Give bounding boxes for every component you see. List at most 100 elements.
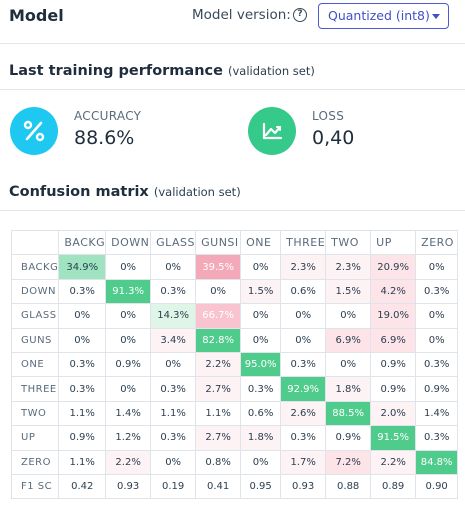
model-version-label: Model version: [192,7,291,23]
matrix-cell: 1.1% [58,400,107,427]
accuracy-label: ACCURACY [74,109,142,123]
loss-label: LOSS [312,109,345,123]
row-header: UP [10,425,60,451]
matrix-cell: 0.3% [150,278,197,305]
confusion-matrix: BACKG DOWN GLASS GUNSI ONE THREE TWO UP … [10,229,459,500]
matrix-cell: 20.9% [370,254,417,280]
matrix-cell-correct: 91.5% [370,425,417,451]
page-title: Model [9,6,64,25]
matrix-cell: 0.3% [280,425,327,451]
f1-score-cell: 0.88 [325,473,372,500]
matrix-cell: 0% [240,254,282,280]
f1-score-cell: 0.41 [195,473,242,500]
matrix-cell-correct: 88.5% [325,400,372,427]
column-header: ONE [240,229,282,256]
chevron-down-icon [432,14,440,19]
matrix-cell: 0.8% [195,449,242,475]
confusion-title-text: Confusion matrix [9,184,149,200]
matrix-cell: 1.4% [415,400,459,427]
row-header: F1 SC [10,473,60,500]
matrix-cell: 0.3% [150,425,197,451]
matrix-cell: 2.2% [105,449,152,475]
matrix-row: THREE 0.3% 0% 0.3% 2.7% 0.3% 92.9% 1.8% 0.9% 0.9% [10,376,459,402]
matrix-cell: 2.7% [195,425,242,451]
matrix-cell: 0% [105,303,152,329]
performance-title: Last training performance (validation se… [9,63,315,79]
f1-score-cell: 0.90 [415,473,459,500]
matrix-cell: 0.3% [58,278,107,305]
accuracy-value: 88.6% [74,127,135,149]
trend-chart-icon [248,107,296,155]
f1-score-row: F1 SC 0.42 0.93 0.19 0.41 0.95 0.93 0.88 0.89 0.9… [10,473,459,500]
row-header: TWO [10,400,60,427]
matrix-cell: 0% [150,254,197,280]
matrix-cell: 0% [325,303,372,329]
matrix-cell: 0% [150,351,197,378]
matrix-cell: 2.7% [195,376,242,402]
matrix-cell: 1.2% [105,425,152,451]
row-header: DOWN [10,278,60,305]
matrix-row: DOWN 0.3% 91.3% 0.3% 0% 1.5% 0.6% 1.5% 4.2% 0.3% [10,278,459,305]
matrix-cell: 2.3% [325,254,372,280]
matrix-cell: 0% [58,303,107,329]
model-version-select[interactable]: Quantized (int8) [318,3,449,29]
matrix-cell: 0% [240,327,282,353]
matrix-cell-correct: 82.8% [195,327,242,353]
matrix-cell-correct: 92.9% [280,376,327,402]
column-header: UP [370,229,417,256]
matrix-cell: 0.9% [370,376,417,402]
row-header: GUNS [10,327,60,353]
matrix-cell: 0.3% [58,376,107,402]
matrix-cell: 0.3% [415,351,459,378]
performance-subtitle: (validation set) [228,64,315,78]
f1-score-cell: 0.95 [240,473,282,500]
matrix-cell: 0.6% [280,278,327,305]
matrix-cell: 0% [58,327,107,353]
matrix-cell-correct: 14.3% [150,303,197,329]
confusion-title: Confusion matrix (validation set) [9,184,241,200]
model-version-value: Quantized (int8) [328,8,430,23]
matrix-cell: 2.2% [195,351,242,378]
matrix-cell: 0.3% [240,376,282,402]
column-header: BACKG [58,229,107,256]
matrix-cell: 0.9% [105,351,152,378]
matrix-cell: 0% [240,303,282,329]
f1-score-cell: 0.93 [105,473,152,500]
confusion-subtitle: (validation set) [153,185,241,199]
matrix-cell: 0.3% [280,351,327,378]
matrix-cell: 0% [415,254,459,280]
matrix-cell: 0% [105,254,152,280]
matrix-cell-correct: 95.0% [240,351,282,378]
matrix-cell: 0% [415,327,459,353]
matrix-row: ZERO 1.1% 2.2% 0% 0.8% 0% 1.7% 7.2% 2.2% 84.8% [10,449,459,475]
matrix-cell: 1.1% [195,400,242,427]
divider [0,89,465,90]
matrix-cell: 39.5% [195,254,242,280]
matrix-row: BACKG 34.9% 0% 0% 39.5% 0% 2.3% 2.3% 20.9% 0% [10,254,459,280]
matrix-cell: 2.0% [370,400,417,427]
matrix-cell: 2.6% [280,400,327,427]
f1-score-cell: 0.19 [150,473,197,500]
row-header: GLASS [10,303,60,329]
matrix-cell: 7.2% [325,449,372,475]
f1-score-cell: 0.89 [370,473,417,500]
matrix-cell: 6.9% [370,327,417,353]
matrix-cell: 4.2% [370,278,417,305]
matrix-cell: 1.4% [105,400,152,427]
matrix-cell: 19.0% [370,303,417,329]
loss-metric: LOSS 0,40 [248,107,448,157]
matrix-cell: 6.9% [325,327,372,353]
matrix-row: GLASS 0% 0% 14.3% 66.7% 0% 0% 0% 19.0% 0% [10,303,459,329]
matrix-cell-correct: 91.3% [105,278,152,305]
matrix-cell: 0.9% [415,376,459,402]
matrix-header-row: BACKG DOWN GLASS GUNSI ONE THREE TWO UP … [10,229,459,256]
matrix-cell: 0% [415,303,459,329]
column-header: TWO [325,229,372,256]
column-header: DOWN [105,229,152,256]
matrix-cell: 2.3% [280,254,327,280]
help-icon[interactable]: ? [293,8,307,22]
matrix-cell: 1.8% [240,425,282,451]
matrix-cell: 0.3% [415,278,459,305]
matrix-cell: 1.1% [150,400,197,427]
divider [0,43,465,44]
